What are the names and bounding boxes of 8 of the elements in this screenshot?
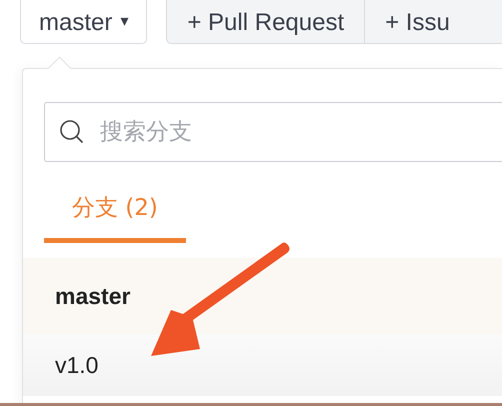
branch-item[interactable]: master: [23, 258, 502, 334]
branch-dropdown-button[interactable]: master ▾: [20, 0, 148, 44]
search-field[interactable]: 搜索分支: [44, 102, 502, 162]
new-item-button[interactable]: + Issu: [365, 0, 502, 44]
caret-icon: ▾: [120, 11, 128, 37]
search-icon: [59, 119, 85, 145]
branch-item[interactable]: v1.0: [23, 334, 502, 396]
new-item-button[interactable]: + Pull Request: [166, 0, 366, 44]
